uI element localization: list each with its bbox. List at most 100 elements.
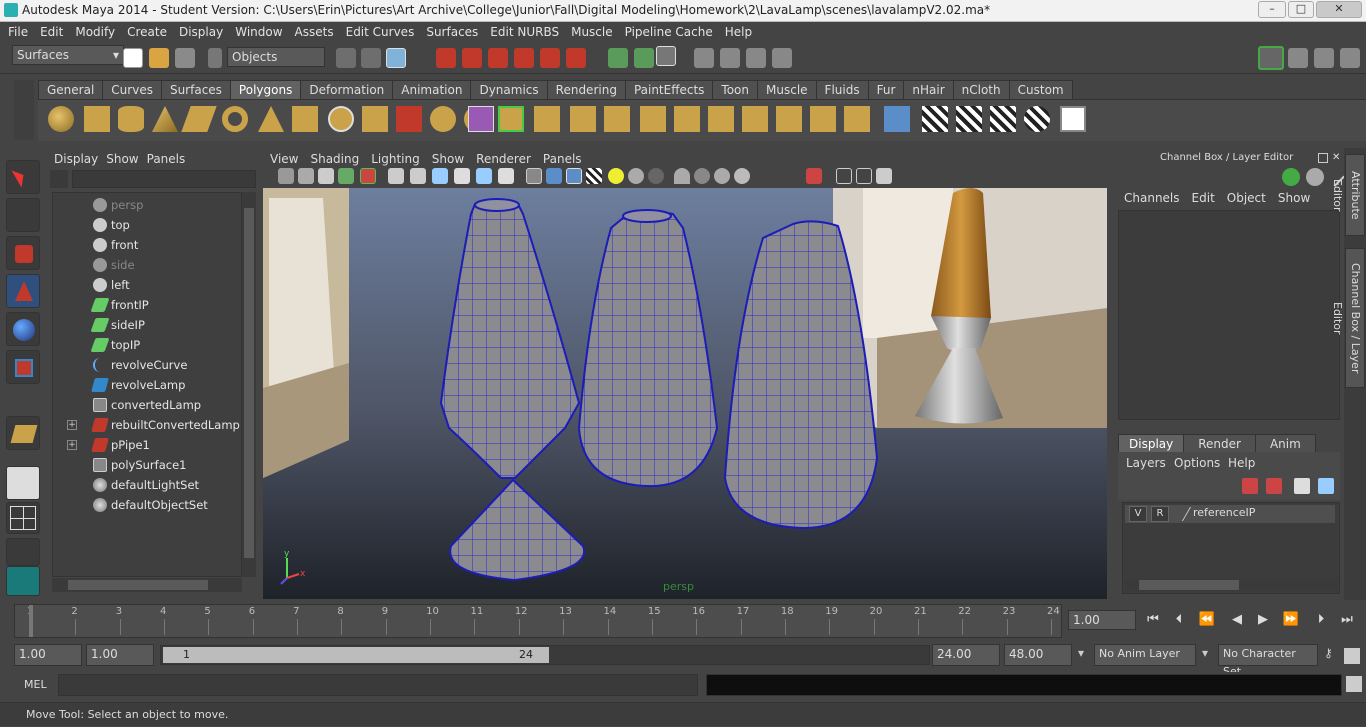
tab-fur[interactable]: Fur: [867, 80, 905, 99]
range-bar-handle[interactable]: 1 24: [163, 647, 549, 663]
close-panel-icon[interactable]: ✕: [1332, 150, 1340, 166]
object-mode-icon[interactable]: [361, 48, 381, 68]
poly-torus-icon[interactable]: [222, 106, 248, 132]
select-tool-icon[interactable]: [6, 160, 40, 194]
depth-of-field-icon[interactable]: [734, 168, 750, 184]
outliner-filter-icon[interactable]: [50, 170, 68, 188]
menu-file[interactable]: File: [0, 25, 34, 39]
menu-edit-curves[interactable]: Edit Curves: [340, 25, 421, 39]
open-scene-icon[interactable]: [149, 48, 169, 68]
magnet-icon[interactable]: [566, 48, 586, 68]
tool-settings-toggle-icon[interactable]: [1314, 48, 1334, 68]
channel-speed-icon[interactable]: [1306, 168, 1324, 186]
gate-mask-icon[interactable]: [454, 168, 470, 184]
two-d-pan-zoom-icon[interactable]: [338, 168, 354, 184]
list-item[interactable]: revolveLamp: [53, 375, 241, 395]
tab-dynamics[interactable]: Dynamics: [470, 80, 548, 99]
automatic-map-icon[interactable]: [1024, 106, 1050, 132]
go-to-start-icon[interactable]: ⏮: [1142, 610, 1164, 630]
list-item[interactable]: topIP: [53, 335, 241, 355]
tab-ncloth[interactable]: nCloth: [952, 80, 1010, 99]
tab-nhair[interactable]: nHair: [903, 80, 954, 99]
shadows-icon[interactable]: [648, 168, 664, 184]
render-view-icon[interactable]: [694, 48, 714, 68]
step-back-frame-icon[interactable]: ⏴: [1168, 610, 1190, 630]
list-item[interactable]: top: [53, 215, 241, 235]
scale-tool-icon[interactable]: [6, 350, 40, 384]
anim-layer-dropdown[interactable]: No Anim Layer: [1094, 644, 1196, 666]
tab-general[interactable]: General: [38, 80, 104, 99]
safe-action-icon[interactable]: [498, 168, 514, 184]
field-chart-icon[interactable]: [476, 168, 492, 184]
channel-keyed-icon[interactable]: [1282, 168, 1300, 186]
list-item[interactable]: persp: [53, 195, 241, 215]
layer-menu-help[interactable]: Help: [1228, 456, 1255, 470]
animation-preferences-icon[interactable]: [1344, 648, 1360, 664]
append-polygon-icon[interactable]: [570, 106, 596, 132]
poly-helix-icon[interactable]: [362, 106, 388, 132]
tab-animation[interactable]: Animation: [392, 80, 472, 99]
hierarchy-mode-icon[interactable]: [336, 48, 356, 68]
viewport-menu-shading[interactable]: Shading: [304, 152, 365, 166]
move-layer-down-icon[interactable]: [1266, 478, 1282, 494]
poly-cone-icon[interactable]: [152, 106, 178, 132]
channelbox-menu-edit[interactable]: Edit: [1186, 191, 1221, 205]
outliner-menu-panels[interactable]: Panels: [143, 152, 190, 166]
animation-start-field[interactable]: 1.00: [14, 644, 82, 666]
move-layer-up-icon[interactable]: [1242, 478, 1258, 494]
animation-end-field[interactable]: 48.00: [1004, 644, 1072, 666]
screen-space-ao-icon[interactable]: [674, 168, 690, 184]
float-panel-icon[interactable]: [1318, 153, 1328, 163]
list-item[interactable]: defaultObjectSet: [53, 495, 241, 515]
merge-icon[interactable]: [708, 106, 734, 132]
planar-map-icon[interactable]: [922, 106, 948, 132]
create-empty-layer-icon[interactable]: [1294, 478, 1310, 494]
sculpt-icon[interactable]: [884, 106, 910, 132]
menu-edit-nurbs[interactable]: Edit NURBS: [484, 25, 565, 39]
layer-menu-options[interactable]: Options: [1174, 456, 1220, 470]
combine-icon[interactable]: [396, 106, 422, 132]
last-tool-icon[interactable]: [6, 416, 40, 450]
grid-toggle-icon[interactable]: [388, 168, 404, 184]
list-item[interactable]: sideIP: [53, 315, 241, 335]
tab-attribute-editor[interactable]: Attribute Editor: [1331, 154, 1365, 236]
poly-sphere-icon[interactable]: [48, 106, 74, 132]
list-item[interactable]: left: [53, 275, 241, 295]
tab-rendering[interactable]: Rendering: [546, 80, 626, 99]
camera-attributes-icon[interactable]: [278, 168, 294, 184]
component-mode-icon[interactable]: [386, 48, 406, 68]
tab-display[interactable]: Display: [1118, 434, 1185, 453]
wireframe-icon[interactable]: [526, 168, 542, 184]
playback-start-field[interactable]: 1.00: [86, 644, 154, 666]
offset-edge-loop-icon[interactable]: [674, 106, 700, 132]
film-gate-icon[interactable]: [410, 168, 426, 184]
playback-end-field[interactable]: 24.00: [932, 644, 1000, 666]
use-default-lighting-icon[interactable]: [608, 168, 624, 184]
menu-help[interactable]: Help: [719, 25, 758, 39]
time-ruler[interactable]: 123456789101112131415161718192021222324: [14, 604, 1062, 638]
close-button[interactable]: ✕: [1316, 1, 1362, 18]
single-perspective-layout-icon[interactable]: [6, 466, 40, 500]
uv-editor-icon[interactable]: [1060, 106, 1086, 132]
snap-point-icon[interactable]: [488, 48, 508, 68]
poly-pyramid-icon[interactable]: [292, 106, 318, 132]
expand-icon[interactable]: +: [67, 420, 77, 430]
selection-mode-icon[interactable]: [208, 48, 222, 68]
create-layer-from-selected-icon[interactable]: [1318, 478, 1334, 494]
resolution-gate-icon[interactable]: [432, 168, 448, 184]
poke-icon[interactable]: [810, 106, 836, 132]
tab-polygons[interactable]: Polygons: [229, 80, 302, 99]
selection-mask-field[interactable]: Objects: [227, 47, 325, 67]
chevron-down-icon[interactable]: ▾: [1078, 646, 1084, 660]
channelbox-menu-object[interactable]: Object: [1221, 191, 1272, 205]
new-scene-icon[interactable]: [123, 48, 143, 68]
list-item[interactable]: + pPipe1: [53, 435, 241, 455]
character-set-dropdown[interactable]: No Character Set: [1218, 644, 1318, 678]
outliner-menu-display[interactable]: Display: [50, 152, 102, 166]
play-forward-icon[interactable]: ▶: [1252, 610, 1274, 630]
poly-cylinder-icon[interactable]: [118, 106, 144, 132]
paint-select-tool-icon[interactable]: [6, 236, 40, 270]
smooth-shade-icon[interactable]: [546, 168, 562, 184]
rotate-tool-icon[interactable]: [6, 312, 40, 346]
poly-plane-icon[interactable]: [181, 106, 217, 132]
